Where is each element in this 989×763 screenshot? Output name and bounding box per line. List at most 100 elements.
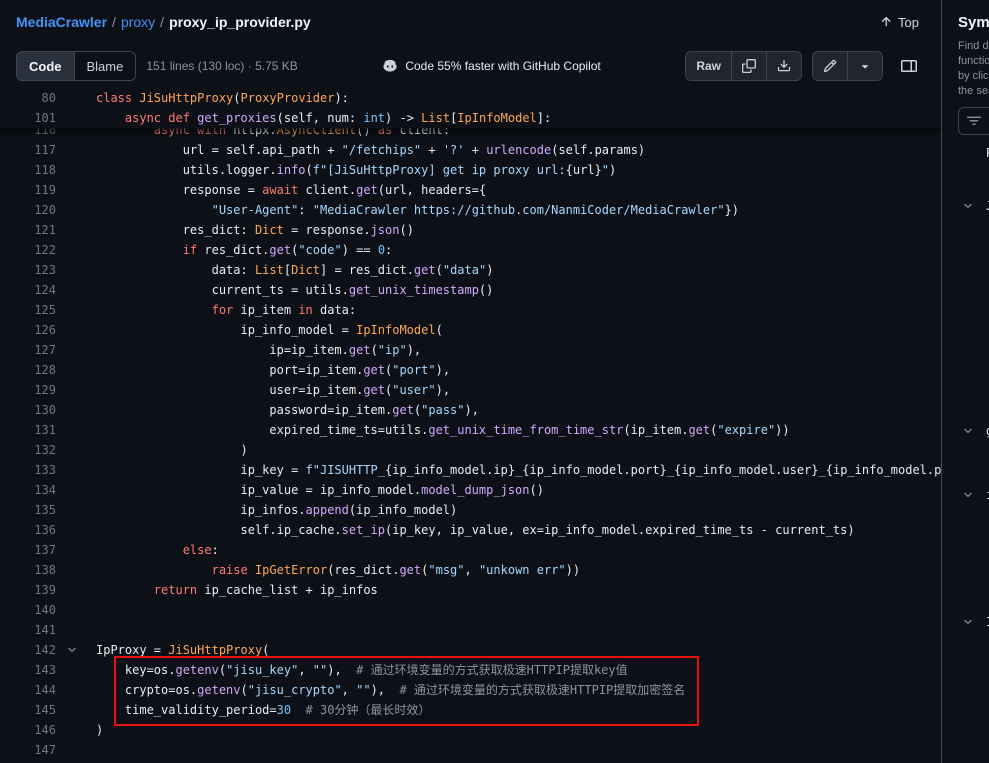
code-line-126: 126 ip_info_model = IpInfoModel( [0, 320, 941, 340]
chevron-down-icon[interactable] [962, 200, 978, 212]
fold-gutter [56, 680, 96, 700]
tab-blame[interactable]: Blame [74, 52, 136, 80]
line-number[interactable]: 80 [0, 88, 56, 108]
fold-gutter [56, 540, 96, 560]
symbols-panel-description: Find definitions and references for func… [958, 39, 989, 99]
code-line-138: 138 raise IpGetError(res_dict.get("msg",… [0, 560, 941, 580]
fold-gutter [56, 520, 96, 540]
line-number[interactable]: 136 [0, 520, 56, 540]
line-number[interactable]: 135 [0, 500, 56, 520]
code-text: return ip_cache_list + ip_infos [96, 580, 378, 600]
line-number[interactable]: 146 [0, 720, 56, 740]
copy-raw-button[interactable] [731, 52, 766, 80]
raw-button[interactable]: Raw [686, 52, 731, 80]
line-number[interactable]: 130 [0, 400, 56, 420]
chevron-down-icon[interactable] [962, 616, 978, 628]
fold-gutter [56, 460, 96, 480]
edit-file-button[interactable] [813, 52, 847, 80]
code-line-125: 125 for ip_item in data: [0, 300, 941, 320]
symbols-panel-toggle[interactable] [893, 52, 925, 80]
code-text: port=ip_item.get("port"), [96, 360, 450, 380]
line-number[interactable]: 138 [0, 560, 56, 580]
line-number[interactable]: 119 [0, 180, 56, 200]
line-number[interactable]: 121 [0, 220, 56, 240]
symbol-item[interactable]: JiSuHttpProxy [958, 196, 989, 216]
line-number[interactable]: 124 [0, 280, 56, 300]
line-number[interactable]: 129 [0, 380, 56, 400]
file-meta-info: 151 lines (130 loc) · 5.75 KB [146, 59, 297, 73]
symbol-item[interactable]: get_proxies [958, 421, 989, 441]
line-number[interactable]: 128 [0, 360, 56, 380]
symbol-item[interactable]: ip_cache [958, 485, 989, 505]
edit-split-button [812, 51, 883, 81]
fold-gutter [56, 740, 96, 760]
edit-options-dropdown[interactable] [847, 52, 882, 80]
fold-gutter [56, 200, 96, 220]
code-text: password=ip_item.get("pass"), [96, 400, 479, 420]
code-text: key=os.getenv("jisu_key", ""), # 通过环境变量的… [96, 660, 628, 680]
fold-gutter [56, 180, 96, 200]
code-text: data: List[Dict] = res_dict.get("data") [96, 260, 493, 280]
fold-gutter [56, 400, 96, 420]
line-number[interactable]: 134 [0, 480, 56, 500]
breadcrumb-folder-link[interactable]: proxy [121, 14, 155, 30]
line-number[interactable]: 117 [0, 140, 56, 160]
line-number[interactable]: 137 [0, 540, 56, 560]
back-to-top-button[interactable]: Top [873, 14, 925, 31]
triangle-down-icon [858, 59, 872, 73]
chevron-down-icon[interactable] [962, 489, 978, 501]
arrow-up-icon [879, 15, 893, 29]
code-text: time_validity_period=30 # 30分钟（最长时效） [96, 700, 430, 720]
code-line-101: 101 async def get_proxies(self, num: int… [0, 108, 941, 128]
copy-icon [742, 59, 756, 73]
code-text: self.ip_cache.set_ip(ip_key, ip_value, e… [96, 520, 855, 540]
line-number[interactable]: 131 [0, 420, 56, 440]
back-to-top-label: Top [898, 15, 919, 30]
fold-gutter [56, 660, 96, 680]
copilot-banner: Code 55% faster with GitHub Copilot [382, 58, 600, 74]
line-number[interactable]: 142 [0, 640, 56, 660]
symbol-item[interactable]: ProxyProvider [958, 143, 989, 163]
line-number[interactable]: 120 [0, 200, 56, 220]
symbols-filter-input[interactable] [958, 107, 989, 135]
line-number[interactable]: 147 [0, 740, 56, 760]
sidebar-panel-icon [901, 58, 917, 74]
fold-toggle-icon[interactable] [56, 640, 96, 660]
line-number[interactable]: 144 [0, 680, 56, 700]
code-text: response = await client.get(url, headers… [96, 180, 486, 200]
line-number[interactable]: 116 [0, 128, 56, 140]
line-number[interactable]: 139 [0, 580, 56, 600]
breadcrumb: MediaCrawler / proxy / proxy_ip_provider… [16, 14, 311, 30]
code-line-128: 128 port=ip_item.get("port"), [0, 360, 941, 380]
line-number[interactable]: 122 [0, 240, 56, 260]
code-text: ip_infos.append(ip_info_model) [96, 500, 457, 520]
code-line-121: 121 res_dict: Dict = response.json() [0, 220, 941, 240]
breadcrumb-repo-link[interactable]: MediaCrawler [16, 14, 107, 30]
file-toolbar: Code Blame 151 lines (130 loc) · 5.75 KB… [0, 44, 941, 88]
line-number[interactable]: 127 [0, 340, 56, 360]
symbol-item[interactable]: IpProxy [958, 612, 989, 632]
line-number[interactable]: 140 [0, 600, 56, 620]
line-number[interactable]: 126 [0, 320, 56, 340]
fold-gutter [56, 440, 96, 460]
pencil-icon [823, 59, 837, 73]
code-blame-switch: Code Blame [16, 51, 136, 81]
line-number[interactable]: 143 [0, 660, 56, 680]
breadcrumb-separator: / [107, 14, 121, 30]
code-line-133: 133 ip_key = f"JISUHTTP_{ip_info_model.i… [0, 460, 941, 480]
chevron-down-icon[interactable] [962, 425, 978, 437]
line-number[interactable]: 132 [0, 440, 56, 460]
line-number[interactable]: 125 [0, 300, 56, 320]
download-raw-button[interactable] [766, 52, 801, 80]
line-number[interactable]: 141 [0, 620, 56, 640]
line-number[interactable]: 133 [0, 460, 56, 480]
line-number[interactable]: 118 [0, 160, 56, 180]
line-number[interactable]: 145 [0, 700, 56, 720]
code-line-139: 139 return ip_cache_list + ip_infos [0, 580, 941, 600]
tab-code[interactable]: Code [17, 52, 74, 80]
fold-gutter [56, 500, 96, 520]
line-number[interactable]: 101 [0, 108, 56, 128]
code-line-118: 118 utils.logger.info(f"[JiSuHttpProxy] … [0, 160, 941, 180]
fold-gutter [56, 420, 96, 440]
line-number[interactable]: 123 [0, 260, 56, 280]
